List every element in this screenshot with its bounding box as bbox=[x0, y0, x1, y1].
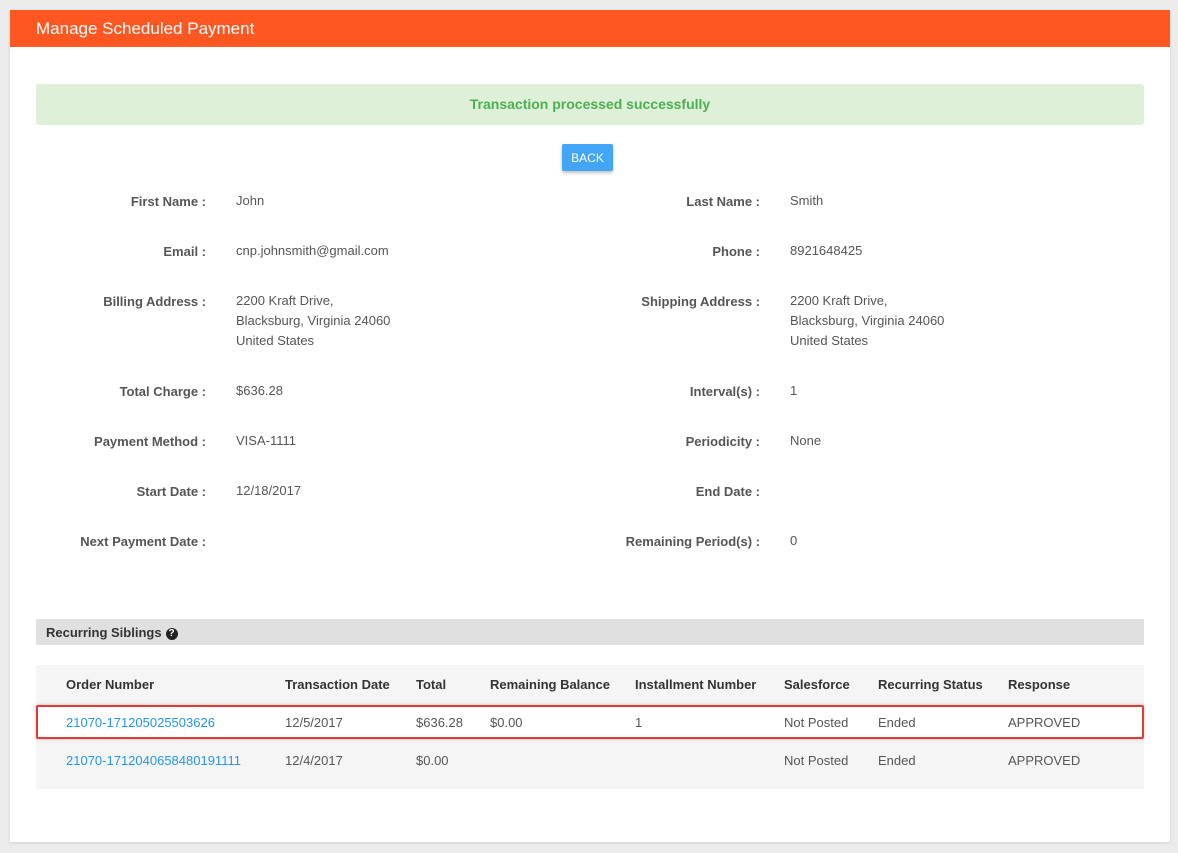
intervals-label: Interval(s) : bbox=[689, 384, 760, 399]
next-payment-date-label: Next Payment Date : bbox=[80, 534, 206, 549]
total-charge-value: $636.28 bbox=[236, 383, 283, 398]
first-name-value: John bbox=[236, 193, 265, 208]
column-header: Total bbox=[416, 677, 447, 692]
column-header: Salesforce bbox=[784, 677, 850, 692]
last-name-label: Last Name : bbox=[686, 194, 760, 209]
billing-address-line2: Blacksburg, Virginia 24060 bbox=[236, 313, 391, 328]
back-button[interactable]: BACK bbox=[562, 144, 613, 171]
shipping-address-label: Shipping Address : bbox=[641, 294, 760, 309]
intervals-value: 1 bbox=[790, 383, 798, 398]
column-header: Installment Number bbox=[635, 677, 757, 692]
shipping-address-line1: 2200 Kraft Drive, bbox=[790, 293, 888, 308]
start-date-value: 12/18/2017 bbox=[236, 483, 302, 498]
column-header: Response bbox=[1008, 677, 1071, 692]
table-cell: Ended bbox=[878, 715, 916, 730]
start-date-label: Start Date : bbox=[136, 484, 206, 499]
payment-method-value: VISA-1111 bbox=[236, 433, 296, 448]
column-header: Transaction Date bbox=[285, 677, 390, 692]
remaining-periods-value: 0 bbox=[790, 533, 798, 548]
billing-address-value: 2200 Kraft Drive, Blacksburg, Virginia 2… bbox=[236, 291, 390, 351]
table-cell: 12/5/2017 bbox=[285, 715, 343, 730]
payment-method-label: Payment Method : bbox=[94, 434, 206, 449]
column-header: Order Number bbox=[66, 677, 155, 692]
shipping-address-value: 2200 Kraft Drive, Blacksburg, Virginia 2… bbox=[790, 291, 944, 351]
column-header: Remaining Balance bbox=[490, 677, 610, 692]
table-cell: Not Posted bbox=[784, 753, 849, 768]
email-label: Email : bbox=[163, 244, 206, 259]
table-cell: 1 bbox=[635, 715, 643, 730]
table-cell: APPROVED bbox=[1008, 715, 1081, 730]
page-title: Manage Scheduled Payment bbox=[10, 10, 1170, 47]
end-date-label: End Date : bbox=[695, 484, 760, 499]
billing-address-line3: United States bbox=[236, 333, 315, 348]
success-alert: Transaction processed successfully bbox=[36, 84, 1144, 125]
table-cell: Not Posted bbox=[784, 715, 849, 730]
shipping-address-line3: United States bbox=[790, 333, 869, 348]
billing-address-label: Billing Address : bbox=[103, 294, 206, 309]
table-cell: 12/4/2017 bbox=[285, 753, 343, 768]
phone-label: Phone : bbox=[712, 244, 760, 259]
recurring-siblings-title: Recurring Siblings bbox=[46, 625, 162, 640]
table-cell: APPROVED bbox=[1008, 753, 1081, 768]
periodicity-value: None bbox=[790, 433, 822, 448]
shipping-address-line2: Blacksburg, Virginia 24060 bbox=[790, 313, 945, 328]
billing-address-line1: 2200 Kraft Drive, bbox=[236, 293, 334, 308]
recurring-siblings-header: Recurring Siblings? bbox=[36, 619, 1144, 645]
column-header: Recurring Status bbox=[878, 677, 983, 692]
scheduled-payment-panel: Manage Scheduled Payment Transaction pro… bbox=[10, 10, 1170, 842]
order-number-link[interactable]: 21070-1712040658480191111 bbox=[66, 753, 241, 768]
email-value: cnp.johnsmith@gmail.com bbox=[236, 243, 389, 258]
question-circle-icon[interactable]: ? bbox=[165, 628, 178, 640]
table-cell: $0.00 bbox=[416, 753, 449, 768]
periodicity-label: Periodicity : bbox=[685, 434, 760, 449]
total-charge-label: Total Charge : bbox=[119, 384, 206, 399]
table-cell: $636.28 bbox=[416, 715, 463, 730]
phone-value: 8921648425 bbox=[790, 243, 863, 258]
remaining-periods-label: Remaining Period(s) : bbox=[625, 534, 760, 549]
siblings-table: Order Number Transaction Date Total Rema… bbox=[36, 665, 1144, 789]
first-name-label: First Name : bbox=[130, 194, 206, 209]
table-cell: Ended bbox=[878, 753, 916, 768]
last-name-value: Smith bbox=[790, 193, 824, 208]
table-cell: $0.00 bbox=[490, 715, 523, 730]
order-number-link[interactable]: 21070-171205025503626 bbox=[66, 715, 215, 730]
